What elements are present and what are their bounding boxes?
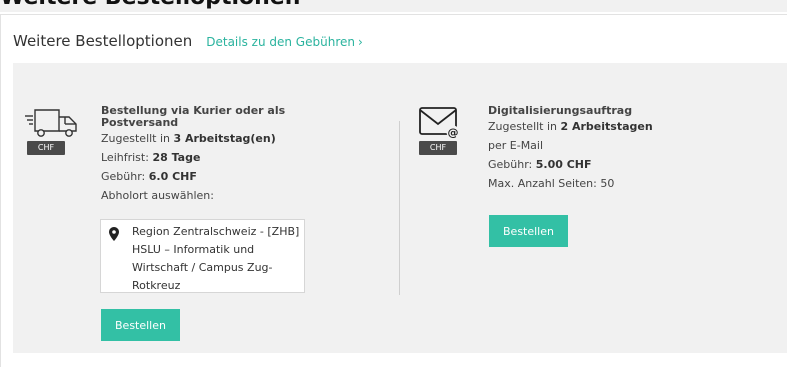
digital-order-button[interactable]: Bestellen bbox=[489, 215, 568, 247]
digital-icon-block: @ CHF bbox=[415, 105, 475, 155]
courier-title: Bestellung via Kurier oder als Postversa… bbox=[101, 105, 301, 129]
courier-loan-period: Leihfrist: 28 Tage bbox=[101, 148, 301, 167]
pickup-label: Abholort auswählen: bbox=[101, 189, 214, 202]
chf-badge: CHF bbox=[419, 141, 457, 155]
chevron-right-icon[interactable]: › bbox=[358, 35, 363, 49]
svg-text:@: @ bbox=[448, 126, 459, 139]
chf-badge: CHF bbox=[27, 141, 65, 155]
options-divider bbox=[399, 121, 400, 295]
options-content: CHF Bestellung via Kurier oder als Postv… bbox=[13, 63, 787, 353]
panel-title: Weitere Bestelloptionen bbox=[13, 32, 193, 50]
digital-delivery-value: 2 Arbeitstagen bbox=[560, 120, 653, 133]
courier-fee-label: Gebühr: bbox=[101, 170, 149, 183]
digital-fee-label: Gebühr: bbox=[488, 158, 536, 171]
pickup-location-text: Region Zentralschweiz - [ZHB] HSLU – Inf… bbox=[132, 225, 300, 292]
digital-delivery-time: Zugestellt in 2 Arbeitstagen bbox=[488, 117, 778, 136]
courier-delivery-time: Zugestellt in 3 Arbeitstag(en) bbox=[101, 129, 301, 148]
digital-fee-value: 5.00 CHF bbox=[535, 158, 592, 171]
map-pin-icon bbox=[109, 226, 119, 245]
courier-delivery-label: Zugestellt in bbox=[101, 132, 174, 145]
digital-max-pages: Max. Anzahl Seiten: 50 bbox=[488, 177, 615, 190]
truck-icon bbox=[23, 105, 83, 139]
digital-details: Digitalisierungsauftrag Zugestellt in 2 … bbox=[488, 105, 778, 193]
digital-fee: Gebühr: 5.00 CHF bbox=[488, 155, 778, 174]
email-icon: @ bbox=[415, 105, 475, 139]
order-options-panel: Weitere Bestelloptionen Details zu den Ge… bbox=[0, 14, 787, 367]
courier-details: Bestellung via Kurier oder als Postversa… bbox=[101, 105, 301, 205]
courier-title-line2: Postversand bbox=[101, 116, 179, 129]
courier-order-button[interactable]: Bestellen bbox=[101, 309, 180, 341]
panel-header: Weitere Bestelloptionen Details zu den Ge… bbox=[13, 31, 363, 50]
digital-title: Digitalisierungsauftrag bbox=[488, 104, 633, 117]
pickup-location-select[interactable]: Region Zentralschweiz - [ZHB] HSLU – Inf… bbox=[100, 219, 305, 293]
fees-details-link[interactable]: Details zu den Gebühren bbox=[206, 35, 355, 49]
courier-loan-value: 28 Tage bbox=[152, 151, 201, 164]
courier-icon-block: CHF bbox=[23, 105, 83, 155]
courier-fee: Gebühr: 6.0 CHF bbox=[101, 167, 301, 186]
courier-fee-value: 6.0 CHF bbox=[148, 170, 197, 183]
page-heading: Weitere Bestelloptionen bbox=[0, 0, 300, 10]
digital-method: per E-Mail bbox=[488, 139, 544, 152]
digital-delivery-label: Zugestellt in bbox=[488, 120, 561, 133]
courier-delivery-value: 3 Arbeitstag(en) bbox=[173, 132, 276, 145]
courier-loan-label: Leihfrist: bbox=[101, 151, 153, 164]
